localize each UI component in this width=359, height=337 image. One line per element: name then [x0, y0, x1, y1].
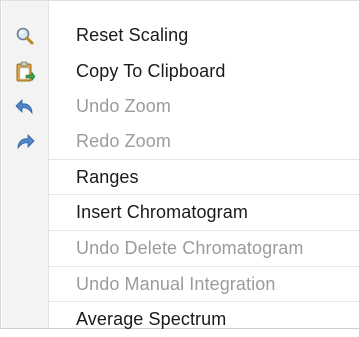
menu-item-undo-zoom[interactable]: Undo Zoom [2, 89, 359, 124]
menu-item-label: Redo Zoom [76, 131, 171, 151]
menu-item-label: Undo Zoom [76, 96, 171, 116]
menu-item-label: Ranges [76, 167, 139, 187]
menu-item-average-spectrum[interactable]: Average Spectrum [2, 302, 359, 337]
menu-item-label: Copy To Clipboard [76, 61, 226, 81]
menu-item-reset-scaling[interactable]: Reset Scaling [2, 18, 359, 53]
menu-item-label: Undo Manual Integration [76, 274, 276, 294]
magnifier-icon [2, 18, 48, 53]
undo-arrow-icon [2, 89, 48, 124]
menu-item-copy-to-clipboard[interactable]: Copy To Clipboard [2, 54, 359, 89]
menu-item-redo-zoom[interactable]: Redo Zoom [2, 124, 359, 159]
menu-item-label: Reset Scaling [76, 25, 189, 45]
menu-item-ranges[interactable]: Ranges [2, 160, 359, 195]
menu-item-undo-manual-integration[interactable]: Undo Manual Integration [2, 267, 359, 302]
clipboard-icon [2, 54, 48, 89]
menu-item-undo-delete-chromatogram[interactable]: Undo Delete Chromatogram [2, 231, 359, 266]
menu-item-label: Insert Chromatogram [76, 202, 248, 222]
context-menu: Reset Scaling Copy To Clipboard Undo Zoo… [0, 0, 359, 329]
menu-item-label: Undo Delete Chromatogram [76, 238, 304, 258]
redo-arrow-icon [2, 124, 48, 159]
menu-item-label: Average Spectrum [76, 309, 227, 329]
menu-item-insert-chromatogram[interactable]: Insert Chromatogram [2, 195, 359, 230]
